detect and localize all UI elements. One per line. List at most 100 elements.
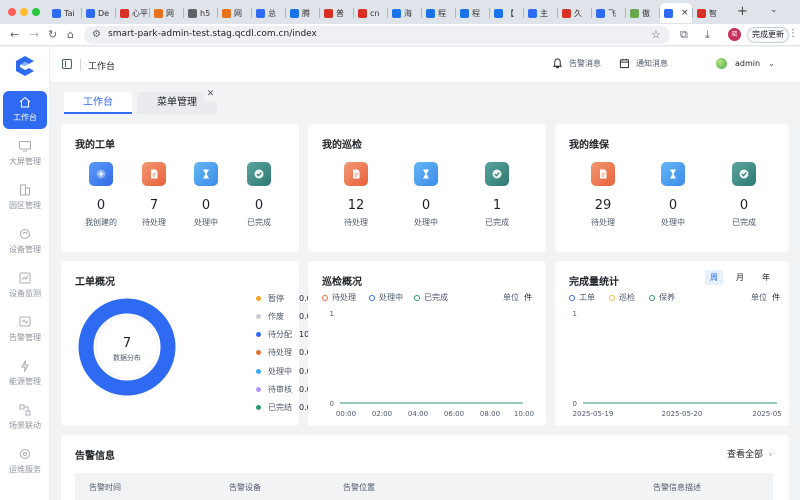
user-menu[interactable]: admin ⌄ [716,58,775,69]
sidebar-item-building[interactable]: 园区管理 [3,179,47,217]
stat-check[interactable]: 1 已完成 [469,162,525,228]
user-avatar [716,58,727,69]
stat-label: 待处理 [142,218,166,227]
tab-favicon-icon [324,8,333,18]
completion-stats-card: 完成量统计 周 月 年 工单 巡检 保养 单位 件 0 1 2025-05-19 2025… [555,261,789,426]
browser-tab[interactable]: 久 [558,3,591,23]
browser-tab[interactable]: 普 [320,3,353,23]
profile-avatar[interactable]: 晓 [728,28,741,41]
check-icon [254,169,264,179]
browser-tab[interactable]: 【 [490,3,523,23]
stat-hourglass[interactable]: 0 处理中 [398,162,454,228]
sidebar-item-label: 设备监测 [9,289,41,298]
tab-favicon-icon [426,8,435,18]
download-icon[interactable]: ⤓ [705,28,710,42]
browser-tab[interactable]: × [660,3,692,23]
sidebar-item-scene[interactable]: 场景联动 [3,399,47,437]
period-week-button[interactable]: 周 [705,270,723,285]
view-all-link[interactable]: 查看全部 › [727,447,772,460]
browser-tab[interactable]: 海 [388,3,421,23]
tab-label: 海 [404,8,412,18]
reload-icon[interactable]: ↻ [48,28,57,41]
address-bar: ← → ↻ ⌂ ⚙ smart-park-admin-test.stag.qcd… [0,24,800,46]
browser-tab[interactable]: Tai [48,3,81,23]
sidebar-collapse-icon[interactable] [62,59,72,69]
stat-document[interactable]: 12 待处理 [328,162,384,228]
legend-name: 作废 [268,311,284,321]
stat-check[interactable]: 0 已完成 [716,162,772,228]
new-tab-button[interactable]: + [737,4,748,19]
browser-tab[interactable]: 腾 [286,3,319,23]
page-tab-workbench[interactable]: 工作台 [64,92,132,114]
stat-document[interactable]: 7 待处理 [126,162,182,228]
extensions-icon[interactable]: ⧉ [680,28,688,42]
browser-tab[interactable]: 网 [218,3,251,23]
stat-icon-badge [732,162,756,186]
stat-label: 已完成 [732,218,756,227]
forward-icon[interactable]: → [30,28,39,41]
sidebar-item-alarm[interactable]: 告警管理 [3,311,47,349]
sidebar-item-home[interactable]: 工作台 [3,91,47,129]
back-icon[interactable]: ← [10,28,19,41]
tab-label: 久 [574,8,582,18]
tab-favicon-icon [392,8,401,18]
sidebar-item-label: 园区管理 [9,201,41,210]
browser-tab[interactable]: 网 [150,3,183,23]
browser-tab[interactable]: 程 [422,3,455,23]
tab-search-icon[interactable]: ⌄ [770,5,778,15]
sidebar-item-monitor[interactable]: 大屏管理 [3,135,47,173]
tab-favicon-icon [697,8,706,18]
maximize-window-button[interactable] [32,8,40,16]
browser-tab[interactable]: 智 [693,3,726,23]
stat-hourglass[interactable]: 0 处理中 [645,162,701,228]
stat-label: 处理中 [194,218,218,227]
legend-name: 待分配 [268,330,292,340]
minimize-window-button[interactable] [20,8,28,16]
browser-tab[interactable]: cn [354,3,387,23]
stat-value: 0 [96,198,106,213]
notice-messages-button[interactable]: 通知消息 [619,58,668,69]
sidebar-item-service[interactable]: 运维服务 [3,443,47,481]
sidebar-item-monitor-chart[interactable]: 设备监测 [3,267,47,305]
stat-document[interactable]: 29 待处理 [575,162,631,228]
close-window-button[interactable] [8,8,16,16]
sidebar-item-device[interactable]: 设备管理 [3,223,47,261]
stat-hourglass[interactable]: 0 处理中 [178,162,234,228]
sidebar-item-energy[interactable]: 能源管理 [3,355,47,393]
browser-tab[interactable]: 程 [456,3,489,23]
tab-favicon-icon [120,8,129,18]
monitor-chart-icon [19,272,31,284]
period-month-button[interactable]: 月 [731,270,749,285]
stat-plus[interactable]: 0 我创建的 [73,162,129,228]
browser-tab[interactable]: 飞 [592,3,625,23]
site-info-icon[interactable]: ⚙ [92,29,101,40]
browser-menu-icon[interactable]: ⋮ [788,28,798,39]
close-tab-icon[interactable]: × [681,8,689,18]
stat-label: 处理中 [661,218,685,227]
browser-tab[interactable]: 总 [252,3,285,23]
browser-tab[interactable]: h5 [184,3,217,23]
legend-marker [649,294,655,301]
my-workorders-card: 我的工单 0 我创建的 7 待处理 0 处理中 0 已完成 [61,124,299,252]
app-sidebar: 工作台大屏管理园区管理设备管理设备监测告警管理能源管理场景联动运维服务 [0,47,50,500]
sidebar-item-label: 场景联动 [9,421,41,430]
completion-line-chart: 0 1 2025-05-19 2025-05-20 2025-05 [573,310,782,418]
calendar-icon [619,58,630,69]
update-button[interactable]: 完成更新 [747,27,789,43]
legend-name: 暂停 [268,293,284,303]
url-field[interactable]: ⚙ smart-park-admin-test.stag.qcdl.com.cn… [84,26,670,44]
browser-tab[interactable]: 心平 [116,3,149,23]
stat-check[interactable]: 0 已完成 [231,162,287,228]
bookmark-star-icon[interactable]: ☆ [651,28,661,41]
home-browser-icon[interactable]: ⌂ [67,28,74,41]
period-year-button[interactable]: 年 [757,270,775,285]
browser-tab[interactable]: De [82,3,115,23]
browser-tab[interactable]: 傲 [626,3,659,23]
tab-favicon-icon [290,8,299,18]
close-tab-icon[interactable]: ✕ [204,88,217,101]
alarm-messages-button[interactable]: 告警消息 [552,58,601,69]
card-title: 我的工单 [75,140,115,151]
browser-tab[interactable]: 主 [524,3,557,23]
hourglass-icon [423,169,429,179]
tab-favicon-icon [52,8,61,18]
